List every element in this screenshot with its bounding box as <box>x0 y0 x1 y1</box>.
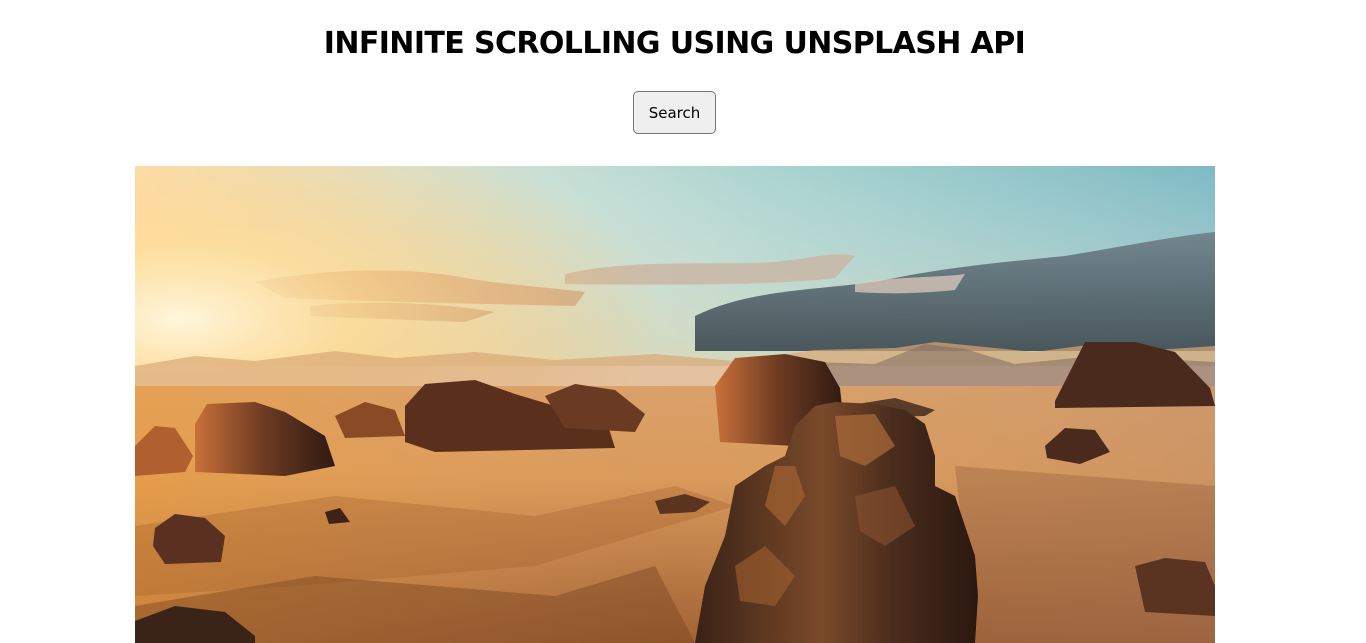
search-button[interactable]: Search <box>633 91 716 134</box>
gallery-image[interactable] <box>135 166 1215 643</box>
desert-landscape-photo <box>135 166 1215 643</box>
page-title: INFINITE SCROLLING USING UNSPLASH API <box>323 26 1026 61</box>
